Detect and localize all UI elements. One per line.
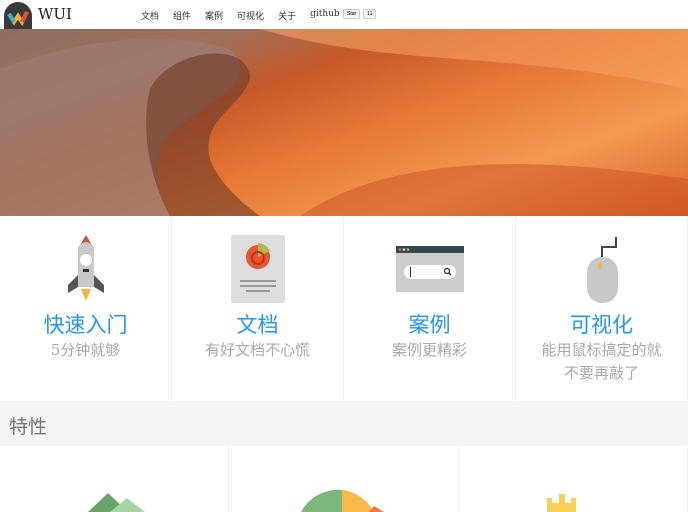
star-label[interactable]: Star — [343, 9, 361, 19]
mountains-icon — [88, 493, 145, 512]
pie-chart-icon — [301, 489, 385, 512]
feature-item — [229, 446, 459, 512]
card-docs[interactable]: 文档 有好文档不心慌 — [172, 216, 344, 401]
hero-banner — [0, 29, 688, 216]
features-grid — [0, 446, 688, 512]
card-title[interactable]: 文档 — [172, 309, 343, 339]
card-visual[interactable]: 可视化 能用鼠标搞定的就不要再敲了 — [516, 216, 688, 401]
card-quickstart[interactable]: 快速入门 5分钟就够 — [0, 216, 172, 401]
nav-components[interactable]: 组件 — [173, 9, 191, 22]
logo[interactable] — [4, 2, 32, 29]
card-title[interactable]: 案例 — [344, 309, 515, 339]
nav-github[interactable]: github — [310, 9, 340, 22]
card-subtitle: 案例更精彩 — [391, 341, 467, 359]
card-title[interactable]: 快速入门 — [0, 309, 171, 339]
feature-item — [459, 446, 688, 512]
nav-about[interactable]: 关于 — [278, 9, 296, 22]
mouse-icon — [586, 237, 618, 303]
main-nav: 文档 组件 案例 可视化 关于 github — [141, 9, 340, 22]
card-title[interactable]: 可视化 — [516, 309, 687, 339]
nav-cases[interactable]: 案例 — [205, 9, 223, 22]
browser-search-icon — [395, 246, 464, 292]
card-subtitle: 有好文档不心慌 — [204, 341, 310, 359]
features-heading: 特性 — [0, 401, 688, 446]
nav-visual[interactable]: 可视化 — [237, 9, 264, 22]
header: WUI 文档 组件 案例 可视化 关于 github Star 11 — [0, 0, 688, 29]
star-count[interactable]: 11 — [363, 9, 377, 19]
nav-docs[interactable]: 文档 — [141, 9, 159, 22]
feature-item — [0, 446, 230, 512]
document-icon — [230, 235, 285, 303]
github-star-button[interactable]: Star 11 — [343, 9, 377, 19]
card-subtitle: 能用鼠标搞定的就不要再敲了 — [541, 341, 662, 382]
quick-links: 快速入门 5分钟就够 文档 有好文档不心慌 案例 案例更精彩 可视化 能用鼠标搞… — [0, 216, 688, 401]
rocket-icon — [67, 235, 104, 301]
card-subtitle: 5分钟就够 — [50, 341, 121, 359]
crown-icon — [546, 494, 576, 512]
brand-name[interactable]: WUI — [38, 5, 72, 23]
canyon-image — [0, 29, 688, 216]
card-cases[interactable]: 案例 案例更精彩 — [344, 216, 516, 401]
